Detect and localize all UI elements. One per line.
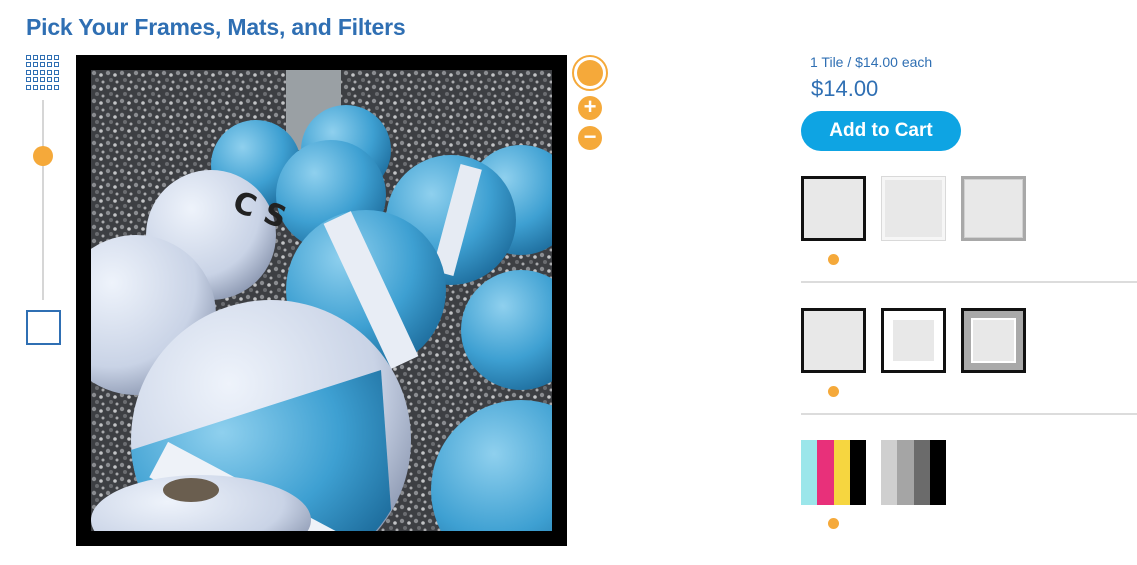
divider xyxy=(801,413,1137,415)
size-slider-thumb[interactable] xyxy=(33,146,53,166)
page-title: Pick Your Frames, Mats, and Filters xyxy=(26,14,406,40)
black-frame-option[interactable] xyxy=(801,176,866,241)
swatch xyxy=(913,440,930,505)
add-to-cart-button[interactable]: Add to Cart xyxy=(801,111,961,151)
swatch xyxy=(849,440,866,505)
swatch xyxy=(929,440,946,505)
grayscale-filter-option[interactable] xyxy=(881,440,946,505)
white-mat-option[interactable] xyxy=(881,308,946,373)
filter-selected-indicator xyxy=(828,518,839,529)
gray-frame-option[interactable] xyxy=(961,176,1026,241)
swatch xyxy=(897,440,914,505)
no-mat-option[interactable] xyxy=(801,308,866,373)
plus-icon[interactable]: + xyxy=(578,96,602,120)
price-per-tile: 1 Tile / $14.00 each xyxy=(810,54,933,70)
single-tile-icon[interactable] xyxy=(26,310,61,345)
swatch xyxy=(817,440,834,505)
frame-selected-indicator xyxy=(828,254,839,265)
zoom-level-indicator[interactable] xyxy=(572,55,608,91)
size-slider-track[interactable] xyxy=(42,100,44,300)
white-frame-option[interactable] xyxy=(881,176,946,241)
minus-icon[interactable]: − xyxy=(578,126,602,150)
photo-image[interactable]: C S xyxy=(91,70,552,531)
buoys-photo: C S xyxy=(91,70,552,531)
grid-icon[interactable] xyxy=(26,55,61,90)
mat-selected-indicator xyxy=(828,386,839,397)
color-filter-option[interactable] xyxy=(801,440,866,505)
swatch xyxy=(881,440,898,505)
divider xyxy=(801,281,1137,283)
price-total: $14.00 xyxy=(811,76,879,101)
swatch xyxy=(833,440,850,505)
swatch xyxy=(801,440,818,505)
gray-mat-option[interactable] xyxy=(961,308,1026,373)
